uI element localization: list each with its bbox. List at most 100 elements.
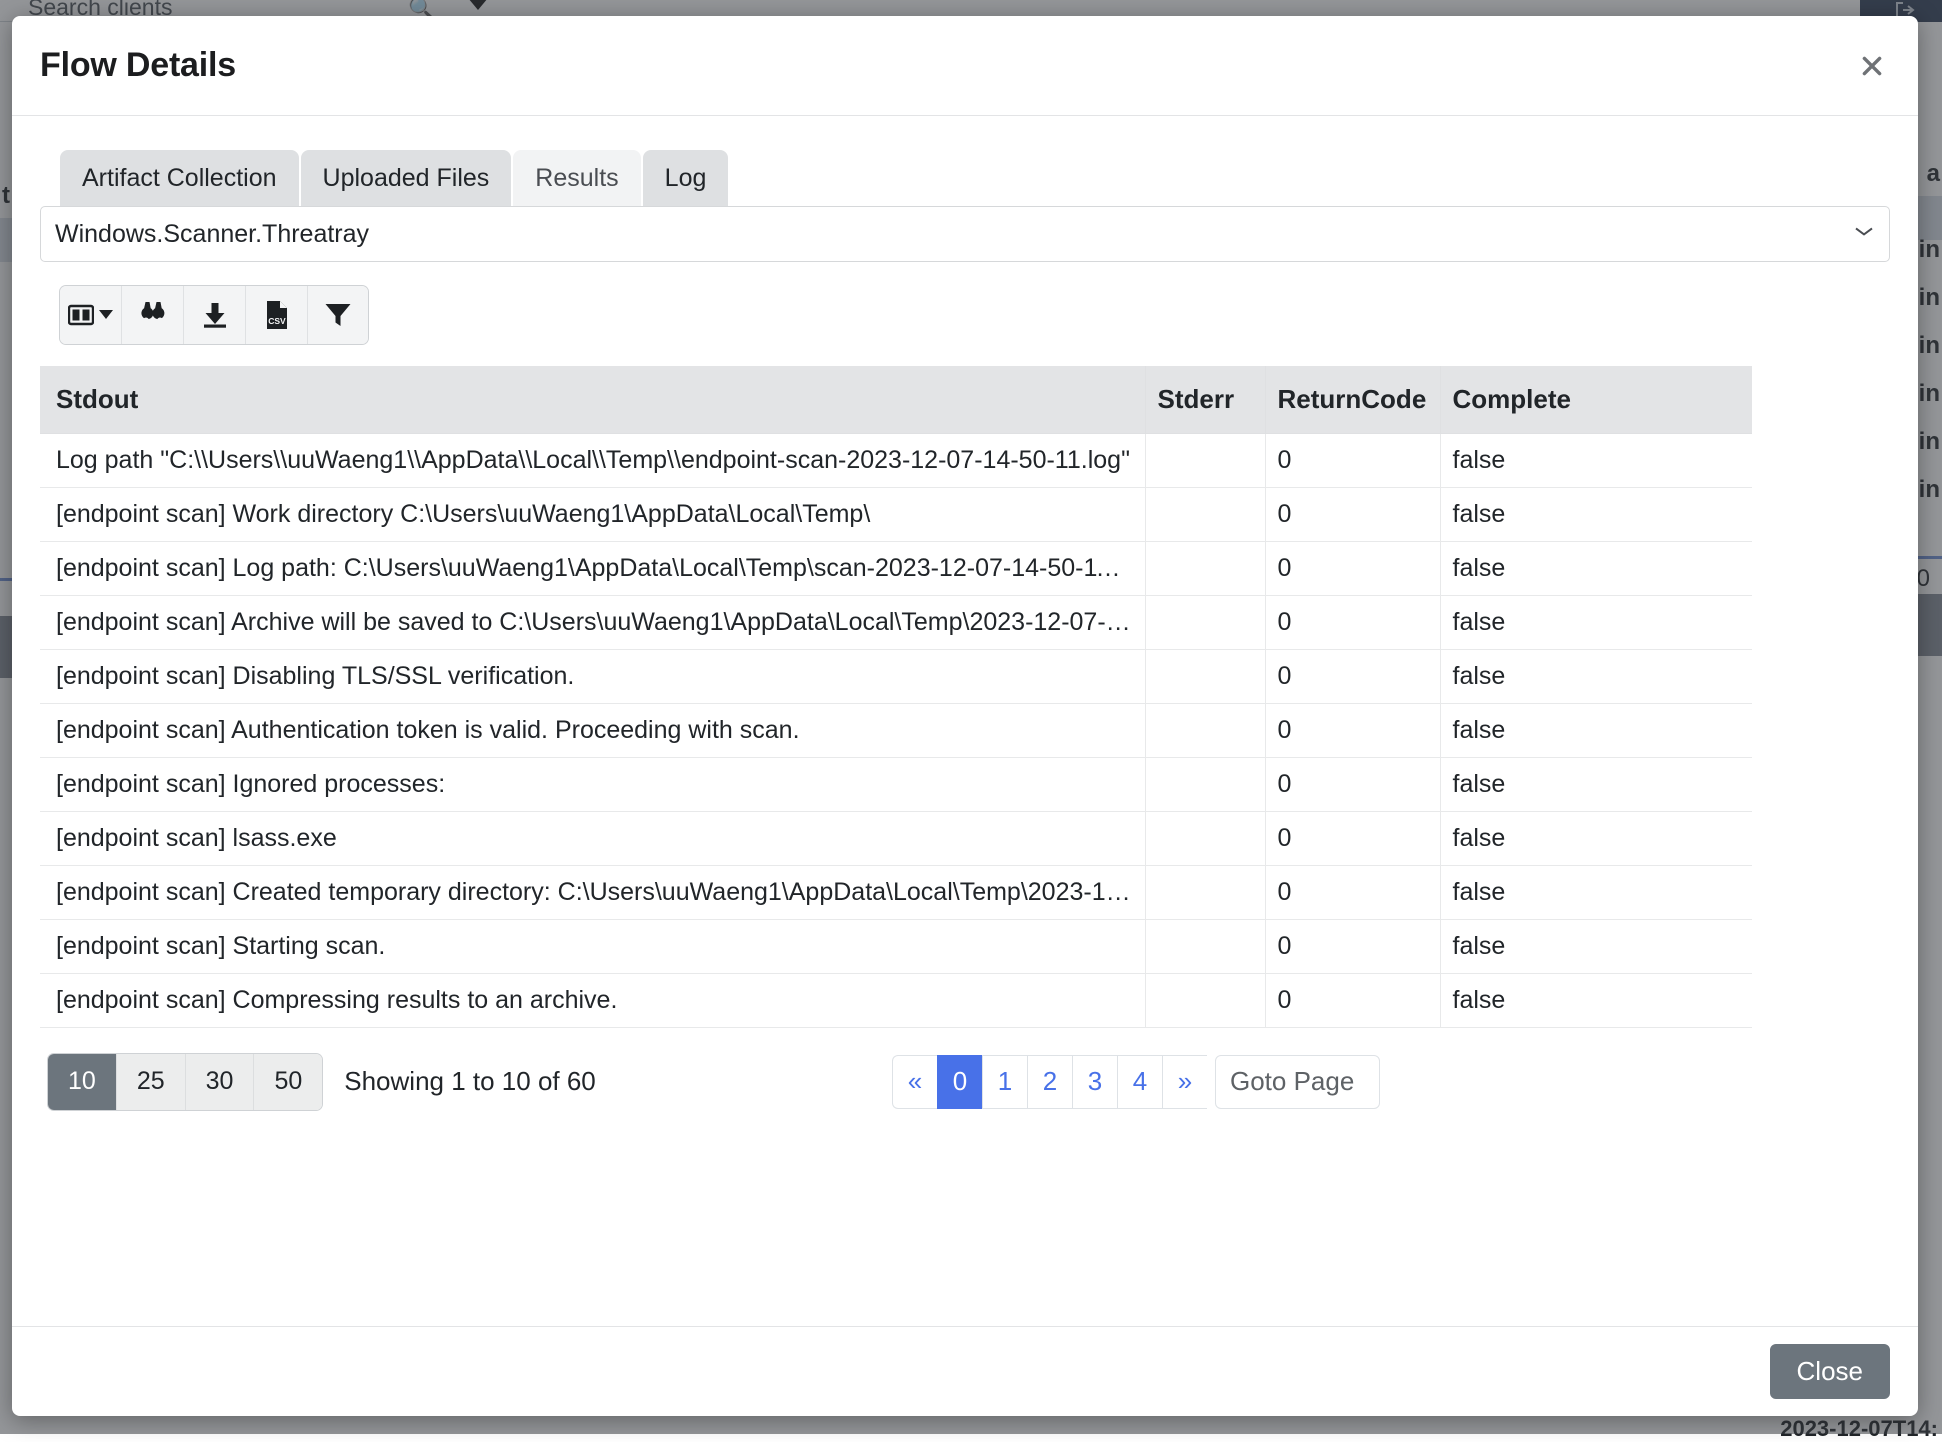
pager-prev[interactable]: « xyxy=(892,1055,937,1109)
results-table-body: Log path "C:\\Users\\uuWaeng1\\AppData\\… xyxy=(40,433,1752,1027)
pager-page-1[interactable]: 1 xyxy=(982,1055,1027,1109)
artifact-select[interactable]: Windows.Scanner.Threatray xyxy=(40,206,1890,262)
close-icon[interactable] xyxy=(1850,44,1894,88)
tab-artifact-collection[interactable]: Artifact Collection xyxy=(60,150,299,206)
table-cell-complete: false xyxy=(1440,811,1752,865)
table-toolbar: CSV xyxy=(60,286,368,344)
goto-page-input[interactable] xyxy=(1215,1055,1380,1109)
column-chooser-button[interactable] xyxy=(60,286,122,344)
download-button[interactable] xyxy=(184,286,246,344)
page-size-10[interactable]: 10 xyxy=(48,1054,117,1110)
table-cell-returncode: 0 xyxy=(1265,487,1440,541)
modal-body: Artifact Collection Uploaded Files Resul… xyxy=(12,116,1918,1326)
table-cell-returncode: 0 xyxy=(1265,811,1440,865)
pager-page-2[interactable]: 2 xyxy=(1027,1055,1072,1109)
table-cell-complete: false xyxy=(1440,703,1752,757)
table-cell-stderr xyxy=(1145,703,1265,757)
table-cell-returncode: 0 xyxy=(1265,703,1440,757)
table-row[interactable]: [endpoint scan] Compressing results to a… xyxy=(40,973,1752,1027)
table-cell-complete: false xyxy=(1440,487,1752,541)
page-size-25[interactable]: 25 xyxy=(117,1054,186,1110)
table-cell-complete: false xyxy=(1440,865,1752,919)
tab-log[interactable]: Log xyxy=(643,150,729,206)
table-cell-stdout: [endpoint scan] Ignored processes: xyxy=(40,757,1145,811)
table-cell-stderr xyxy=(1145,865,1265,919)
table-cell-stderr xyxy=(1145,487,1265,541)
table-cell-returncode: 0 xyxy=(1265,757,1440,811)
table-cell-stderr xyxy=(1145,919,1265,973)
table-cell-complete: false xyxy=(1440,919,1752,973)
table-cell-returncode: 0 xyxy=(1265,649,1440,703)
tab-results[interactable]: Results xyxy=(513,150,640,206)
filter-button[interactable] xyxy=(308,286,368,344)
table-row[interactable]: [endpoint scan] Created temporary direct… xyxy=(40,865,1752,919)
table-header-row: Stdout Stderr ReturnCode Complete xyxy=(40,366,1752,434)
table-row[interactable]: [endpoint scan] Starting scan. 0false xyxy=(40,919,1752,973)
table-row[interactable]: [endpoint scan] Log path: C:\Users\uuWae… xyxy=(40,541,1752,595)
pager-page-0[interactable]: 0 xyxy=(937,1055,982,1109)
table-cell-stderr xyxy=(1145,433,1265,487)
artifact-selector: Windows.Scanner.Threatray xyxy=(40,206,1890,262)
table-cell-stderr xyxy=(1145,811,1265,865)
table-cell-complete: false xyxy=(1440,595,1752,649)
table-cell-complete: false xyxy=(1440,433,1752,487)
table-cell-returncode: 0 xyxy=(1265,595,1440,649)
modal-header: Flow Details xyxy=(12,16,1918,116)
table-cell-stdout: [endpoint scan] Log path: C:\Users\uuWae… xyxy=(40,541,1145,595)
table-cell-stdout: [endpoint scan] Disabling TLS/SSL verifi… xyxy=(40,649,1145,703)
search-button[interactable] xyxy=(122,286,184,344)
table-cell-returncode: 0 xyxy=(1265,919,1440,973)
table-cell-complete: false xyxy=(1440,541,1752,595)
modal-footer: Close xyxy=(12,1326,1918,1416)
table-cell-stdout: [endpoint scan] Authentication token is … xyxy=(40,703,1145,757)
table-row[interactable]: [endpoint scan] Disabling TLS/SSL verifi… xyxy=(40,649,1752,703)
table-cell-stderr xyxy=(1145,541,1265,595)
table-cell-returncode: 0 xyxy=(1265,541,1440,595)
caret-down-icon xyxy=(99,310,113,319)
table-cell-stdout: [endpoint scan] Created temporary direct… xyxy=(40,865,1145,919)
table-row[interactable]: [endpoint scan] Work directory C:\Users\… xyxy=(40,487,1752,541)
table-cell-complete: false xyxy=(1440,757,1752,811)
pager-page-3[interactable]: 3 xyxy=(1072,1055,1117,1109)
table-cell-stdout: [endpoint scan] Archive will be saved to… xyxy=(40,595,1145,649)
tab-bar: Artifact Collection Uploaded Files Resul… xyxy=(60,150,1890,206)
table-cell-returncode: 0 xyxy=(1265,865,1440,919)
page-title: Flow Details xyxy=(40,46,236,85)
showing-range-text: Showing 1 to 10 of 60 xyxy=(344,1066,596,1097)
pager-next[interactable]: » xyxy=(1162,1055,1207,1109)
column-header-returncode[interactable]: ReturnCode xyxy=(1265,366,1440,434)
column-header-complete[interactable]: Complete xyxy=(1440,366,1752,434)
table-cell-stdout: [endpoint scan] Work directory C:\Users\… xyxy=(40,487,1145,541)
page-size-30[interactable]: 30 xyxy=(186,1054,255,1110)
pagination-bar: 10 25 30 50 Showing 1 to 10 of 60 « 0 1 … xyxy=(40,1054,1890,1110)
export-csv-button[interactable]: CSV xyxy=(246,286,308,344)
column-header-stderr[interactable]: Stderr xyxy=(1145,366,1265,434)
table-row[interactable]: [endpoint scan] Ignored processes: 0false xyxy=(40,757,1752,811)
table-row[interactable]: [endpoint scan] Authentication token is … xyxy=(40,703,1752,757)
table-row[interactable]: Log path "C:\\Users\\uuWaeng1\\AppData\\… xyxy=(40,433,1752,487)
pager: « 0 1 2 3 4 » xyxy=(892,1055,1380,1109)
table-cell-returncode: 0 xyxy=(1265,973,1440,1027)
table-cell-stderr xyxy=(1145,595,1265,649)
results-table: Stdout Stderr ReturnCode Complete Log pa… xyxy=(40,366,1752,1028)
table-cell-stderr xyxy=(1145,649,1265,703)
column-header-stdout[interactable]: Stdout xyxy=(40,366,1145,434)
table-row[interactable]: [endpoint scan] Archive will be saved to… xyxy=(40,595,1752,649)
tab-uploaded-files[interactable]: Uploaded Files xyxy=(301,150,512,206)
svg-text:CSV: CSV xyxy=(268,316,286,326)
table-cell-stderr xyxy=(1145,973,1265,1027)
page-size-50[interactable]: 50 xyxy=(254,1054,322,1110)
table-cell-stdout: [endpoint scan] Compressing results to a… xyxy=(40,973,1145,1027)
page-size-group: 10 25 30 50 xyxy=(48,1054,322,1110)
table-row[interactable]: [endpoint scan] lsass.exe 0false xyxy=(40,811,1752,865)
table-cell-stdout: Log path "C:\\Users\\uuWaeng1\\AppData\\… xyxy=(40,433,1145,487)
table-cell-stdout: [endpoint scan] Starting scan. xyxy=(40,919,1145,973)
table-cell-complete: false xyxy=(1440,973,1752,1027)
table-cell-stdout: [endpoint scan] lsass.exe xyxy=(40,811,1145,865)
flow-details-modal: Flow Details Artifact Collection Uploade… xyxy=(12,16,1918,1416)
table-cell-stderr xyxy=(1145,757,1265,811)
pager-page-4[interactable]: 4 xyxy=(1117,1055,1162,1109)
table-cell-complete: false xyxy=(1440,649,1752,703)
table-cell-returncode: 0 xyxy=(1265,433,1440,487)
close-button[interactable]: Close xyxy=(1770,1344,1890,1399)
